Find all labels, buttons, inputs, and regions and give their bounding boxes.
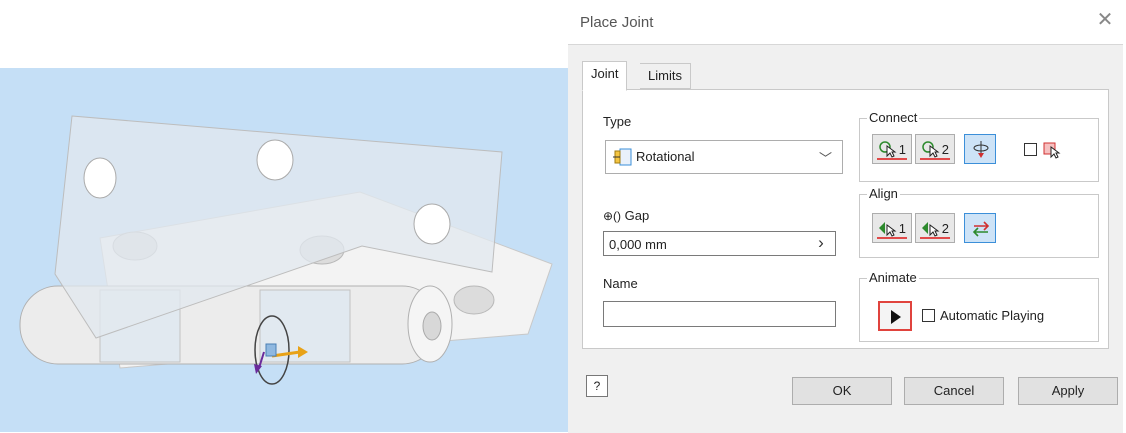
joint-tab-page: Type Rotational ﹀ ⊕() Gap 0,000 mm › Nam… [582,89,1109,349]
help-icon[interactable]: ? [586,375,608,397]
connect-origin-2-button[interactable]: 2 [915,134,955,164]
flip-component-icon [973,141,989,158]
3d-viewport[interactable] [0,68,568,432]
dialog-body: Joint Limits Type Rotational ﹀ ⊕() Gap 0… [568,44,1123,433]
animate-group: Animate Automatic Playing [859,270,1099,342]
align-group: Align 1 2 [859,186,1099,258]
place-joint-dialog: Place Joint ✕ Joint Limits Type Rotation… [568,0,1126,433]
connect-origin-1-button[interactable]: 1 [872,134,912,164]
hole-icon [256,139,294,181]
gap-label-text: Gap [624,208,650,223]
connect-label: Connect [867,110,920,125]
dialog-title: Place Joint [580,14,654,31]
connect-flip-button[interactable] [964,134,996,164]
align-button-2-label: 2 [941,221,949,236]
ok-button[interactable]: OK [792,377,892,405]
connect-checkbox[interactable] [1024,143,1037,156]
align-button-1-label: 1 [898,221,906,236]
hole-icon [453,285,495,315]
name-input[interactable] [603,301,836,327]
pointer-select-icon [879,141,897,158]
type-dropdown[interactable]: Rotational ﹀ [605,140,843,174]
rotational-joint-icon [613,148,632,166]
align-flip-button[interactable] [964,213,996,243]
gap-input[interactable]: 0,000 mm › [603,231,836,256]
chevron-down-icon: ﹀ [818,151,832,166]
automatic-playing-checkbox[interactable] [922,309,935,322]
hole-icon [413,203,451,245]
pointer-select-icon [879,222,897,237]
gap-label: ⊕() Gap [603,208,649,223]
gap-icon: ⊕() [603,209,622,223]
play-icon [891,310,901,324]
connect-group: Connect 1 2 [859,110,1099,182]
align-label: Align [867,186,900,201]
select-other-icon [1043,142,1061,159]
type-value: Rotational [636,149,695,164]
animate-label: Animate [867,270,919,285]
pointer-select-icon [922,222,940,237]
connect-button-2-label: 2 [941,142,949,157]
type-label: Type [603,114,632,129]
tab-joint[interactable]: Joint [582,61,628,91]
align-origin-2-button[interactable]: 2 [915,213,955,243]
gap-value: 0,000 mm [609,237,667,252]
gap-stepper-button[interactable]: › [807,232,835,255]
automatic-playing-label: Automatic Playing [940,308,1045,323]
tab-limits[interactable]: Limits [640,63,691,89]
hinge-model [19,115,553,385]
name-label: Name [603,276,638,291]
flip-align-icon [972,221,990,237]
close-icon[interactable]: ✕ [1094,9,1116,31]
pointer-select-icon [922,141,940,158]
cancel-button[interactable]: Cancel [904,377,1004,405]
connect-button-1-label: 1 [898,142,906,157]
play-button[interactable] [878,301,912,331]
apply-button[interactable]: Apply [1018,377,1118,405]
hole-icon [83,157,117,199]
align-origin-1-button[interactable]: 1 [872,213,912,243]
